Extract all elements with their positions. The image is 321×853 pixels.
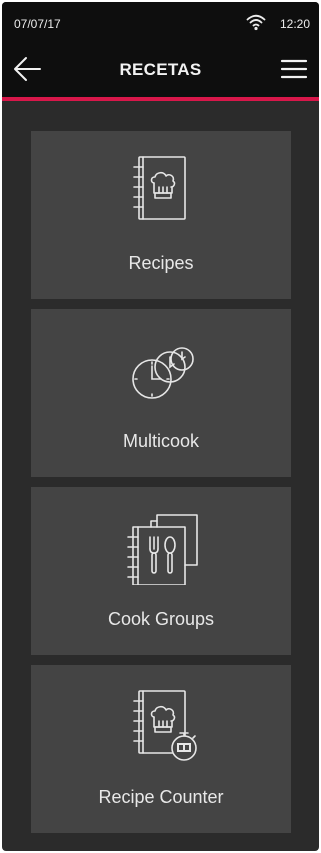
device-screen: 07/07/17 12:20 RECETAS Recipes Multicook… xyxy=(2,2,319,851)
recipe-books-cutlery-icon xyxy=(121,503,201,585)
tile-cook-groups[interactable]: Cook Groups xyxy=(31,487,291,655)
tile-multicook[interactable]: Multicook xyxy=(31,309,291,477)
tile-label-recipe-counter: Recipe Counter xyxy=(98,787,224,807)
tile-recipe-counter[interactable]: Recipe Counter xyxy=(31,665,291,833)
recipe-book-chef-hat-icon xyxy=(121,147,201,229)
multiple-clocks-icon xyxy=(121,325,201,407)
status-date: 07/07/17 xyxy=(14,17,61,31)
app-bar: RECETAS xyxy=(2,42,319,101)
tile-label-multicook: Multicook xyxy=(122,431,200,451)
wifi-icon xyxy=(246,13,266,31)
menu-button[interactable] xyxy=(280,58,308,80)
hamburger-menu-icon xyxy=(280,58,308,80)
tile-label-cook-groups: Cook Groups xyxy=(107,609,215,629)
tile-recipes[interactable]: Recipes xyxy=(31,131,291,299)
status-time: 12:20 xyxy=(280,17,311,31)
recipe-book-counter-icon xyxy=(121,681,201,763)
tile-label-recipes: Recipes xyxy=(128,253,194,273)
page-title: RECETAS xyxy=(119,60,202,79)
status-bar: 07/07/17 12:20 xyxy=(2,2,319,42)
